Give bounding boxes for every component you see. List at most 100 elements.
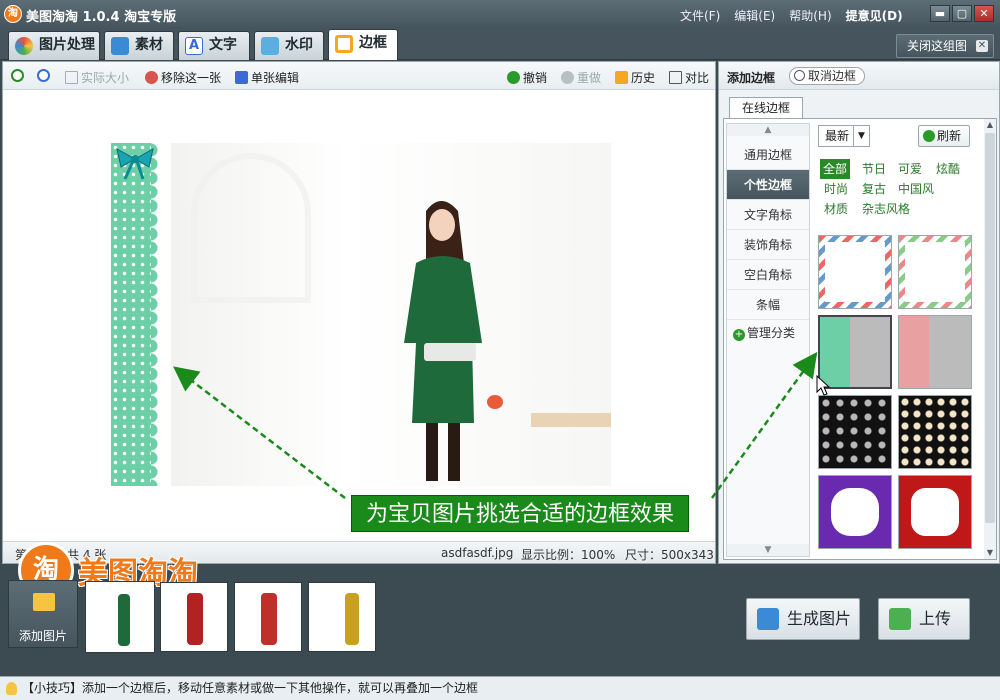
editor-toolbar: 实际大小 移除这一张 单张编辑 撤销 重做 历史 对比	[3, 62, 715, 90]
photo-canvas[interactable]	[3, 90, 715, 541]
restore-button[interactable]: ▢	[952, 5, 972, 22]
bow-icon	[116, 148, 154, 180]
compare-icon	[669, 71, 682, 84]
history-label: 历史	[631, 71, 656, 85]
chevron-down-icon: ▼	[853, 126, 869, 146]
category-decor-corner[interactable]: 装饰角标	[727, 230, 809, 260]
table-decoration	[531, 413, 611, 427]
actual-size-icon	[65, 71, 78, 84]
tag-chinese[interactable]: 中国风	[898, 179, 934, 199]
cancel-border-label: 取消边框	[808, 69, 857, 83]
category-banner[interactable]: 条幅	[727, 290, 809, 320]
action-area: 生成图片 上传	[718, 566, 1000, 676]
border-thumbnail[interactable]	[898, 315, 972, 389]
tag-material[interactable]: 材质	[824, 199, 848, 219]
border-thumbnail[interactable]	[898, 395, 972, 469]
scrollbar-thumb[interactable]	[985, 133, 995, 523]
refresh-button[interactable]: 刷新	[918, 125, 970, 147]
redo-button[interactable]: 重做	[561, 69, 601, 86]
app-window: 淘 美图淘淘 1.0.4 淘宝专版 文件(F) 编辑(E) 帮助(H) 提意见(…	[0, 0, 1000, 700]
applied-border-frame[interactable]	[111, 143, 171, 486]
tab-text[interactable]: A 文字	[178, 31, 250, 60]
thumb-figure	[261, 593, 277, 645]
menu-file[interactable]: 文件(F)	[680, 7, 720, 24]
border-thumbnail[interactable]	[898, 235, 972, 309]
plus-icon: +	[733, 329, 745, 341]
tag-holiday[interactable]: 节日	[862, 159, 886, 179]
scroll-up-arrow-icon[interactable]: ▲	[984, 119, 996, 131]
tab-bar: 图片处理 素材 A 文字 水印 边框 关闭这组图 ✕	[0, 28, 1000, 60]
menu-feedback[interactable]: 提意见(D)	[846, 7, 903, 24]
actual-size-label: 实际大小	[81, 71, 130, 85]
border-thumbnail-selected[interactable]	[818, 315, 892, 389]
tab-material[interactable]: 素材	[104, 31, 174, 60]
close-group-button[interactable]: 关闭这组图 ✕	[895, 34, 994, 58]
thumb-inner	[905, 242, 965, 302]
border-thumbnail[interactable]	[818, 395, 892, 469]
close-window-button[interactable]: ✕	[974, 5, 994, 22]
menu-edit[interactable]: 编辑(E)	[734, 7, 775, 24]
category-blank-corner[interactable]: 空白角标	[727, 260, 809, 290]
scroll-up-arrow-icon[interactable]: ▲	[727, 124, 809, 136]
single-edit-button[interactable]: 单张编辑	[235, 69, 299, 86]
thumb-inner	[831, 488, 879, 536]
manage-categories-button[interactable]: + 管理分类	[733, 324, 795, 341]
actual-size-button[interactable]: 实际大小	[65, 69, 129, 86]
category-personal[interactable]: 个性边框	[727, 170, 809, 200]
tab-online-borders[interactable]: 在线边框	[729, 97, 804, 119]
category-text-corner[interactable]: 文字角标	[727, 200, 809, 230]
tab-label: 边框	[359, 35, 387, 51]
tip-bar: 【小技巧】添加一个边框后，移动任意素材或做一下其他操作，就可以再叠加一个边框	[0, 676, 1000, 700]
title-bar: 淘 美图淘淘 1.0.4 淘宝专版 文件(F) 编辑(E) 帮助(H) 提意见(…	[0, 0, 1000, 28]
cancel-border-button[interactable]: 取消边框	[789, 67, 866, 85]
undo-button[interactable]: 撤销	[507, 69, 547, 86]
border-thumbnail[interactable]	[818, 235, 892, 309]
tab-label: 图片处理	[39, 37, 95, 53]
zoom-in-button[interactable]	[11, 69, 27, 82]
scroll-down-arrow-icon[interactable]: ▼	[727, 544, 809, 556]
history-icon	[615, 71, 628, 84]
filmstrip-thumbnail[interactable]	[160, 582, 228, 652]
tab-image-processing[interactable]: 图片处理	[8, 31, 100, 60]
polka-dot-pattern	[111, 143, 151, 486]
undo-label: 撤销	[523, 71, 548, 85]
border-grid-scrollbar[interactable]: ▲ ▼	[984, 119, 996, 559]
tab-label: 素材	[135, 37, 163, 53]
upload-button[interactable]: 上传	[878, 598, 970, 640]
category-general[interactable]: 通用边框	[727, 140, 809, 170]
tab-border[interactable]: 边框	[328, 29, 398, 60]
filmstrip-thumbnail[interactable]	[86, 582, 154, 652]
tag-retro[interactable]: 复古	[862, 179, 886, 199]
tag-fashion[interactable]: 时尚	[824, 179, 848, 199]
compare-button[interactable]: 对比	[669, 69, 709, 86]
sort-value: 最新	[825, 129, 850, 143]
filmstrip-thumbnail[interactable]	[308, 582, 376, 652]
image-size: 尺寸：500x343	[625, 548, 714, 562]
tag-cute[interactable]: 可爱	[898, 159, 922, 179]
filmstrip-thumbnail[interactable]	[234, 582, 302, 652]
tab-watermark[interactable]: 水印	[254, 31, 324, 60]
edit-icon	[235, 71, 248, 84]
remove-label: 移除这一张	[161, 71, 222, 85]
tag-all[interactable]: 全部	[820, 159, 851, 179]
minimize-button[interactable]: ▬	[930, 5, 950, 22]
menu-bar: 文件(F) 编辑(E) 帮助(H) 提意见(D)	[680, 7, 917, 24]
add-photo-button[interactable]: 添加图片	[8, 580, 78, 648]
border-thumbnail[interactable]	[898, 475, 972, 549]
product-photo[interactable]	[111, 143, 611, 486]
history-button[interactable]: 历史	[615, 69, 655, 86]
remove-photo-button[interactable]: 移除这一张	[145, 69, 221, 86]
menu-help[interactable]: 帮助(H)	[789, 7, 831, 24]
generate-image-button[interactable]: 生成图片	[746, 598, 860, 640]
zoom-out-button[interactable]	[37, 69, 53, 82]
tag-magazine[interactable]: 杂志风格	[862, 199, 910, 219]
border-thumbnail[interactable]	[818, 475, 892, 549]
app-logo-icon: 淘	[4, 5, 22, 23]
model-figure	[404, 201, 482, 481]
redo-label: 重做	[577, 71, 602, 85]
scroll-down-arrow-icon[interactable]: ▼	[984, 547, 996, 559]
sort-dropdown[interactable]: 最新 ▼	[818, 125, 870, 147]
upload-label: 上传	[919, 609, 952, 628]
undo-circle-icon	[794, 70, 805, 81]
tag-cool[interactable]: 炫酷	[936, 159, 960, 179]
